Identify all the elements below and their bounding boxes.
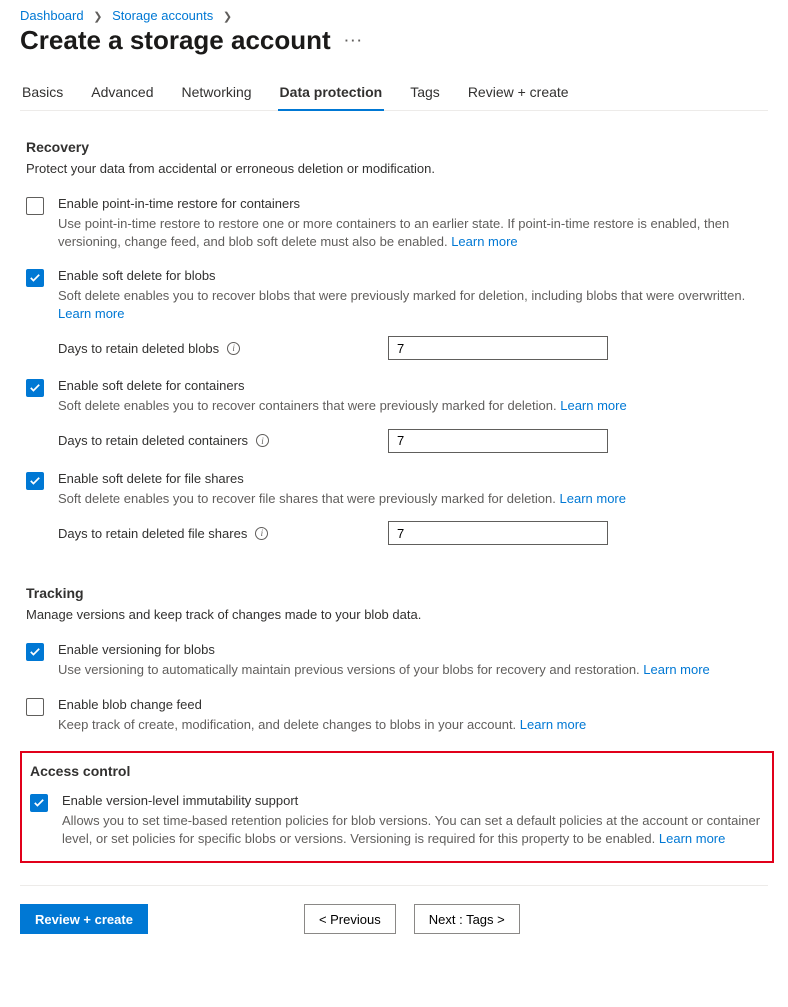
divider bbox=[20, 885, 768, 886]
checkbox-immutability[interactable] bbox=[30, 794, 48, 812]
soft-blobs-label: Enable soft delete for blobs bbox=[58, 268, 768, 283]
tab-networking[interactable]: Networking bbox=[182, 78, 252, 110]
tab-review-create[interactable]: Review + create bbox=[468, 78, 569, 110]
soft-blobs-learn-more[interactable]: Learn more bbox=[58, 306, 124, 321]
tab-basics[interactable]: Basics bbox=[22, 78, 63, 110]
tab-tags[interactable]: Tags bbox=[410, 78, 440, 110]
info-icon[interactable]: i bbox=[227, 342, 240, 355]
recovery-heading: Recovery bbox=[26, 139, 768, 155]
soft-blobs-help: Soft delete enables you to recover blobs… bbox=[58, 287, 768, 322]
breadcrumb: Dashboard ❯ Storage accounts ❯ bbox=[20, 8, 768, 23]
soft-containers-help: Soft delete enables you to recover conta… bbox=[58, 397, 768, 415]
versioning-learn-more[interactable]: Learn more bbox=[643, 662, 709, 677]
soft-fileshares-field-label: Days to retain deleted file shares bbox=[58, 526, 247, 541]
soft-fileshares-help: Soft delete enables you to recover file … bbox=[58, 490, 768, 508]
checkbox-versioning[interactable] bbox=[26, 643, 44, 661]
soft-fileshares-days-input[interactable] bbox=[388, 521, 608, 545]
review-create-button[interactable]: Review + create bbox=[20, 904, 148, 934]
previous-button[interactable]: < Previous bbox=[304, 904, 396, 934]
more-icon[interactable]: ··· bbox=[345, 33, 364, 48]
next-button[interactable]: Next : Tags > bbox=[414, 904, 520, 934]
breadcrumb-storage-accounts[interactable]: Storage accounts bbox=[112, 8, 213, 23]
soft-fileshares-learn-more[interactable]: Learn more bbox=[560, 491, 626, 506]
chevron-right-icon: ❯ bbox=[93, 11, 102, 23]
soft-fileshares-label: Enable soft delete for file shares bbox=[58, 471, 768, 486]
immutability-label: Enable version-level immutability suppor… bbox=[62, 793, 764, 808]
checkbox-soft-delete-fileshares[interactable] bbox=[26, 472, 44, 490]
soft-containers-label: Enable soft delete for containers bbox=[58, 378, 768, 393]
page-title: Create a storage account bbox=[20, 25, 331, 56]
changefeed-label: Enable blob change feed bbox=[58, 697, 768, 712]
breadcrumb-dashboard[interactable]: Dashboard bbox=[20, 8, 84, 23]
checkbox-soft-delete-blobs[interactable] bbox=[26, 269, 44, 287]
pitr-label: Enable point-in-time restore for contain… bbox=[58, 196, 768, 211]
access-control-highlight: Access control Enable version-level immu… bbox=[20, 751, 774, 863]
access-heading: Access control bbox=[30, 763, 768, 779]
immutability-learn-more[interactable]: Learn more bbox=[659, 831, 725, 846]
immutability-help: Allows you to set time-based retention p… bbox=[62, 812, 764, 847]
tab-advanced[interactable]: Advanced bbox=[91, 78, 153, 110]
tracking-desc: Manage versions and keep track of change… bbox=[26, 607, 768, 622]
versioning-help: Use versioning to automatically maintain… bbox=[58, 661, 768, 679]
info-icon[interactable]: i bbox=[255, 527, 268, 540]
changefeed-help: Keep track of create, modification, and … bbox=[58, 716, 768, 734]
soft-containers-learn-more[interactable]: Learn more bbox=[560, 398, 626, 413]
tabs: Basics Advanced Networking Data protecti… bbox=[20, 78, 768, 111]
versioning-label: Enable versioning for blobs bbox=[58, 642, 768, 657]
changefeed-learn-more[interactable]: Learn more bbox=[520, 717, 586, 732]
checkbox-pitr[interactable] bbox=[26, 197, 44, 215]
checkbox-soft-delete-containers[interactable] bbox=[26, 379, 44, 397]
tab-data-protection[interactable]: Data protection bbox=[280, 78, 383, 110]
recovery-desc: Protect your data from accidental or err… bbox=[26, 161, 768, 176]
chevron-right-icon: ❯ bbox=[223, 11, 232, 23]
tracking-heading: Tracking bbox=[26, 585, 768, 601]
footer: Review + create < Previous Next : Tags > bbox=[20, 904, 768, 934]
soft-blobs-field-label: Days to retain deleted blobs bbox=[58, 341, 219, 356]
info-icon[interactable]: i bbox=[256, 434, 269, 447]
soft-containers-field-label: Days to retain deleted containers bbox=[58, 433, 248, 448]
pitr-help: Use point-in-time restore to restore one… bbox=[58, 215, 768, 250]
pitr-learn-more[interactable]: Learn more bbox=[451, 234, 517, 249]
checkbox-change-feed[interactable] bbox=[26, 698, 44, 716]
soft-containers-days-input[interactable] bbox=[388, 429, 608, 453]
soft-blobs-days-input[interactable] bbox=[388, 336, 608, 360]
